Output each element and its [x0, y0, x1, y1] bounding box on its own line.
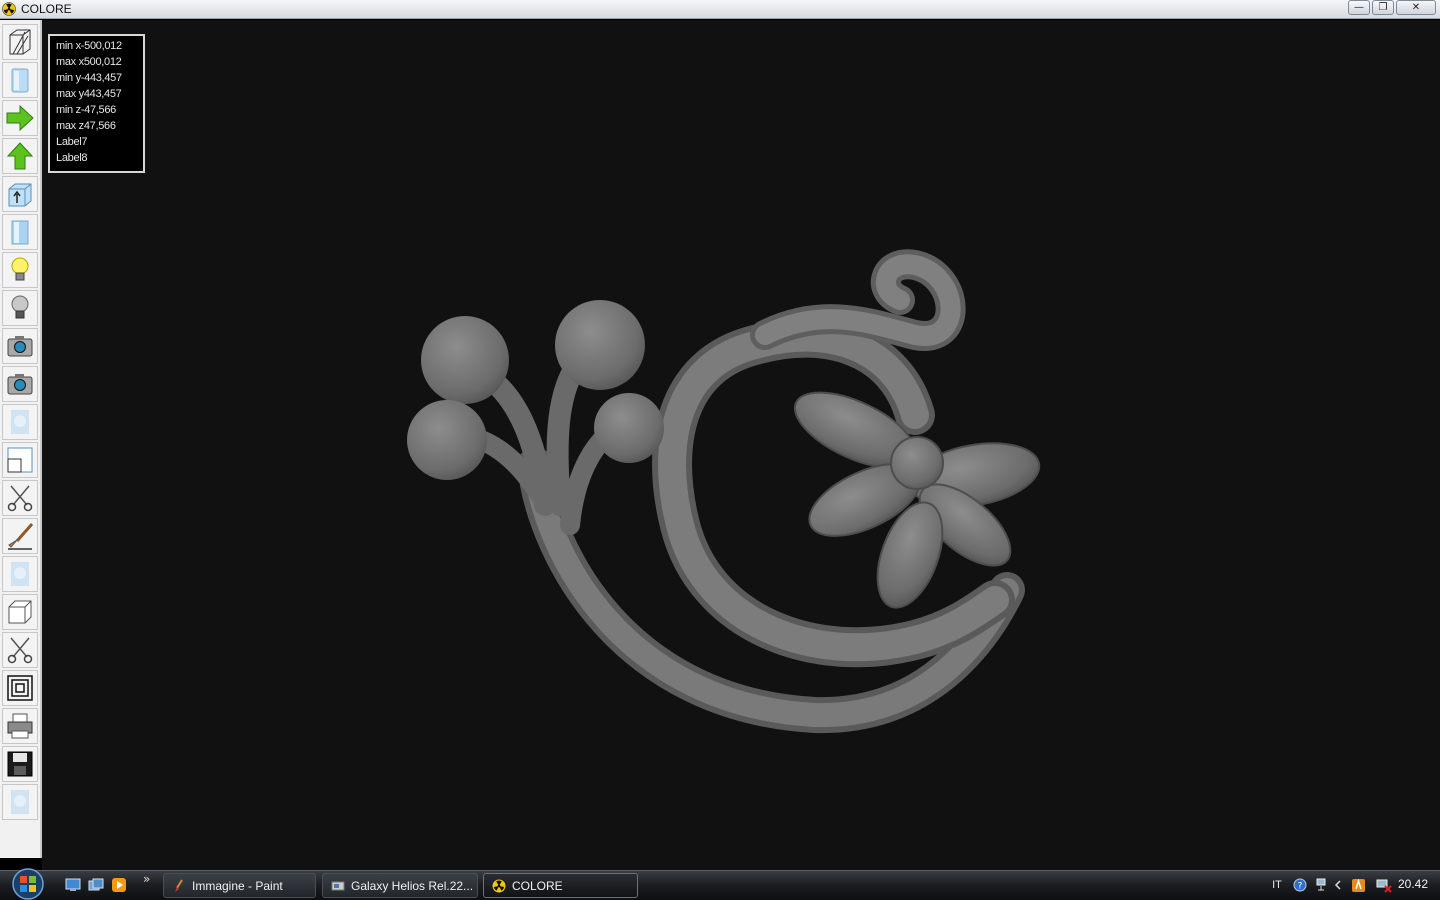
info-min-y: min y-443,457: [56, 72, 122, 84]
title-bar: COLORE — ❐ ✕: [0, 0, 1440, 19]
brush-button[interactable]: [2, 518, 38, 554]
chevron-left-icon: [1334, 880, 1341, 890]
quicklaunch-more-button[interactable]: »: [143, 872, 150, 886]
scissors-2-button[interactable]: [2, 632, 38, 668]
help-tray[interactable]: ?: [1291, 876, 1309, 894]
windows-logo-icon: [12, 868, 44, 900]
wireframe-button[interactable]: [2, 24, 38, 60]
restore-button[interactable]: ❐: [1372, 0, 1394, 15]
info-max-x: max x500,012: [56, 56, 122, 68]
show-desktop-quicklaunch[interactable]: [64, 876, 82, 894]
printer-icon: [7, 713, 33, 739]
light-on-icon: [11, 257, 29, 281]
light-on-button[interactable]: [2, 252, 38, 288]
language-indicator[interactable]: IT: [1268, 876, 1286, 894]
clock[interactable]: 20.42: [1398, 877, 1428, 891]
switch-windows-quicklaunch[interactable]: [87, 876, 105, 894]
media-player-quicklaunch[interactable]: [110, 876, 128, 894]
info-min-z: min z-47,566: [56, 104, 116, 116]
paint-brush-icon: [175, 878, 183, 892]
solid-view-button[interactable]: [2, 62, 38, 98]
media-player-icon: [112, 878, 126, 892]
info-max-y: max y443,457: [56, 88, 122, 100]
brush-icon: [8, 523, 34, 550]
start-button[interactable]: [8, 868, 48, 900]
view-window-icon: [7, 447, 33, 473]
save-button[interactable]: [2, 746, 38, 782]
scissors-button[interactable]: [2, 480, 38, 516]
tray-expand-button[interactable]: [1331, 876, 1345, 894]
light-off-button[interactable]: [2, 290, 38, 326]
texture-2-button[interactable]: [2, 556, 38, 592]
camera-alt-icon: [7, 374, 33, 395]
printer-button[interactable]: [2, 708, 38, 744]
camera-button[interactable]: [2, 328, 38, 364]
network-icon: [1316, 878, 1326, 891]
network-disconnected-icon: [1376, 879, 1392, 893]
close-button[interactable]: ✕: [1396, 0, 1436, 15]
minimize-button[interactable]: —: [1348, 0, 1370, 15]
taskbar-item-label: Immagine - Paint: [192, 878, 283, 893]
desktop-icon: [65, 878, 81, 891]
taskbar-item-colore[interactable]: COLORE: [483, 873, 638, 898]
box-button[interactable]: [2, 594, 38, 630]
orange-app-icon: [1351, 877, 1365, 892]
arrow-right-icon: [6, 104, 34, 132]
info-label7: Label7: [56, 136, 88, 148]
wireframe-icon: [9, 29, 31, 55]
arrow-up-button[interactable]: [2, 138, 38, 174]
galaxy-helios-icon: [331, 881, 345, 890]
info-label8: Label8: [56, 152, 88, 164]
panel-button[interactable]: [2, 214, 38, 250]
bounding-box-info: min x-500,012 max x500,012 min y-443,457…: [48, 34, 145, 173]
taskbar-item-galaxy-helios[interactable]: Galaxy Helios Rel.22...: [322, 873, 478, 898]
scissors-icon: [7, 485, 33, 512]
light-off-icon: [11, 295, 29, 319]
camera-alt-button[interactable]: [2, 366, 38, 402]
texture-3-button[interactable]: [2, 784, 38, 820]
radiation-icon: [492, 879, 506, 892]
svg-text:?: ?: [1298, 882, 1303, 892]
texture-button[interactable]: [2, 404, 38, 440]
offset-button[interactable]: [2, 670, 38, 706]
texture-3-icon: [11, 790, 29, 814]
network-tray-small[interactable]: [1312, 876, 1330, 894]
arrow-right-button[interactable]: [2, 100, 38, 136]
box-icon: [8, 600, 32, 624]
network-status-tray[interactable]: [1375, 876, 1393, 894]
switch-windows-icon: [88, 878, 104, 891]
taskbar-item-paint[interactable]: Immagine - Paint: [163, 873, 316, 898]
solid-view-icon: [11, 68, 29, 93]
view-window-button[interactable]: [2, 442, 38, 478]
texture-2-icon: [11, 562, 29, 586]
offset-icon: [7, 675, 33, 701]
extrude-icon: [8, 183, 32, 207]
info-min-x: min x-500,012: [56, 40, 122, 52]
taskbar-item-label: Galaxy Helios Rel.22...: [351, 878, 474, 893]
info-max-z: max z47,566: [56, 120, 116, 132]
relief-ornament-model[interactable]: [395, 235, 1055, 735]
texture-icon: [11, 410, 29, 434]
radiation-icon: [2, 2, 16, 16]
camera-icon: [7, 336, 33, 357]
scissors-2-icon: [7, 637, 33, 664]
help-icon: ?: [1293, 878, 1307, 892]
app-tray-icon[interactable]: [1349, 876, 1367, 894]
tool-palette: [0, 20, 42, 858]
arrow-up-icon: [6, 142, 34, 170]
taskbar-item-label: COLORE: [512, 878, 563, 893]
panel-icon: [11, 220, 29, 245]
extrude-button[interactable]: [2, 176, 38, 212]
window-title: COLORE: [21, 2, 72, 16]
save-icon: [7, 751, 33, 777]
